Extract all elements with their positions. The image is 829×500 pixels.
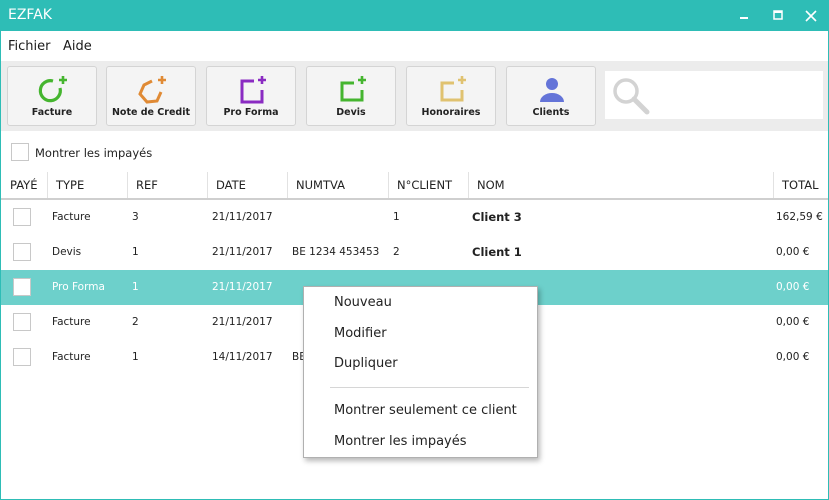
cell-total: 0,00 € bbox=[776, 351, 810, 363]
table-header: PAYÉ TYPE REF DATE NUMTVA N°CLIENT NOM T… bbox=[1, 172, 828, 200]
paid-checkbox[interactable] bbox=[13, 208, 31, 226]
cell-date: 14/11/2017 bbox=[212, 351, 273, 363]
cell-total: 0,00 € bbox=[776, 246, 810, 258]
clients-label: Clients bbox=[532, 107, 570, 118]
context-menu-item-modifier[interactable]: Modifier bbox=[334, 326, 387, 341]
new-credit-note-label: Note de Credit bbox=[111, 107, 191, 118]
pro-forma-add-icon bbox=[240, 76, 266, 104]
cell-ref: 1 bbox=[132, 351, 139, 363]
toolbar: Facture Note de Credit Pro Forma Devis H… bbox=[1, 61, 828, 131]
app-window: EZFAK Fichier Aide Facture Note de Credi… bbox=[0, 0, 829, 500]
cell-type: Facture bbox=[52, 211, 91, 223]
cell-type: Devis bbox=[52, 246, 82, 258]
minimize-button[interactable] bbox=[727, 1, 761, 31]
new-pro-forma-button[interactable]: Pro Forma bbox=[206, 66, 296, 126]
new-fees-button[interactable]: Honoraires bbox=[406, 66, 496, 126]
column-header-client-no[interactable]: N°CLIENT bbox=[388, 172, 468, 198]
cell-total: 162,59 € bbox=[776, 211, 823, 223]
cell-date: 21/11/2017 bbox=[212, 211, 273, 223]
show-unpaid-checkbox[interactable] bbox=[11, 143, 29, 161]
cell-total: 0,00 € bbox=[776, 281, 810, 293]
column-header-date[interactable]: DATE bbox=[207, 172, 287, 198]
show-unpaid-label: Montrer les impayés bbox=[35, 146, 153, 160]
context-menu-item-show-unpaid[interactable]: Montrer les impayés bbox=[334, 434, 467, 449]
cell-type: Pro Forma bbox=[52, 281, 105, 293]
table-row[interactable]: Facture 3 21/11/2017 1 Client 3 162,59 € bbox=[1, 200, 828, 235]
cell-ref: 1 bbox=[132, 246, 139, 258]
cell-ref: 2 bbox=[132, 316, 139, 328]
close-icon bbox=[805, 10, 817, 22]
cell-client-no: 2 bbox=[393, 246, 400, 258]
cell-date: 21/11/2017 bbox=[212, 281, 273, 293]
show-unpaid-filter[interactable]: Montrer les impayés bbox=[1, 139, 301, 165]
new-quote-button[interactable]: Devis bbox=[306, 66, 396, 126]
context-menu-item-dupliquer[interactable]: Dupliquer bbox=[334, 356, 398, 371]
new-invoice-label: Facture bbox=[31, 107, 73, 118]
column-header-total[interactable]: TOTAL bbox=[773, 172, 828, 198]
credit-note-add-icon bbox=[138, 76, 166, 104]
cell-date: 21/11/2017 bbox=[212, 316, 273, 328]
column-header-name[interactable]: NOM bbox=[468, 172, 773, 198]
menu-bar: Fichier Aide bbox=[1, 31, 828, 61]
search-box[interactable] bbox=[605, 71, 823, 119]
cell-ref: 3 bbox=[132, 211, 139, 223]
new-credit-note-button[interactable]: Note de Credit bbox=[106, 66, 196, 126]
cell-name: Client 3 bbox=[472, 210, 522, 224]
new-quote-label: Devis bbox=[336, 107, 366, 118]
cell-numtva: BE 1234 453453 bbox=[292, 246, 380, 258]
menu-fichier[interactable]: Fichier bbox=[8, 39, 51, 54]
maximize-button[interactable] bbox=[761, 1, 795, 31]
search-icon bbox=[613, 78, 650, 115]
column-header-ref[interactable]: REF bbox=[127, 172, 207, 198]
column-header-type[interactable]: TYPE bbox=[47, 172, 127, 198]
minimize-icon bbox=[740, 17, 748, 19]
new-fees-label: Honoraires bbox=[421, 107, 481, 118]
cell-name: Client 1 bbox=[472, 245, 522, 259]
window-title: EZFAK bbox=[8, 7, 52, 23]
close-button[interactable] bbox=[794, 1, 828, 31]
context-menu-item-nouveau[interactable]: Nouveau bbox=[334, 295, 392, 310]
maximize-icon bbox=[773, 10, 783, 20]
menu-aide[interactable]: Aide bbox=[63, 39, 92, 54]
invoice-add-icon bbox=[38, 76, 67, 103]
column-header-paid[interactable]: PAYÉ bbox=[1, 172, 47, 198]
search-input[interactable] bbox=[655, 83, 819, 107]
new-invoice-button[interactable]: Facture bbox=[7, 66, 97, 126]
context-menu: Nouveau Modifier Dupliquer Montrer seule… bbox=[303, 286, 538, 458]
title-bar[interactable]: EZFAK bbox=[1, 1, 828, 31]
clients-icon bbox=[540, 78, 564, 102]
paid-checkbox[interactable] bbox=[13, 348, 31, 366]
column-header-numtva[interactable]: NUMTVA bbox=[287, 172, 388, 198]
cell-type: Facture bbox=[52, 316, 91, 328]
fees-add-icon bbox=[440, 76, 466, 102]
cell-type: Facture bbox=[52, 351, 91, 363]
cell-client-no: 1 bbox=[393, 211, 400, 223]
quote-add-icon bbox=[340, 76, 366, 102]
cell-date: 21/11/2017 bbox=[212, 246, 273, 258]
cell-total: 0,00 € bbox=[776, 316, 810, 328]
context-menu-separator bbox=[330, 387, 529, 388]
context-menu-item-show-client-only[interactable]: Montrer seulement ce client bbox=[334, 403, 517, 418]
clients-button[interactable]: Clients bbox=[506, 66, 596, 126]
paid-checkbox[interactable] bbox=[13, 243, 31, 261]
new-pro-forma-label: Pro Forma bbox=[223, 107, 279, 118]
paid-checkbox[interactable] bbox=[13, 278, 31, 296]
paid-checkbox[interactable] bbox=[13, 313, 31, 331]
cell-ref: 1 bbox=[132, 281, 139, 293]
table-row[interactable]: Devis 1 21/11/2017 BE 1234 453453 2 Clie… bbox=[1, 235, 828, 270]
